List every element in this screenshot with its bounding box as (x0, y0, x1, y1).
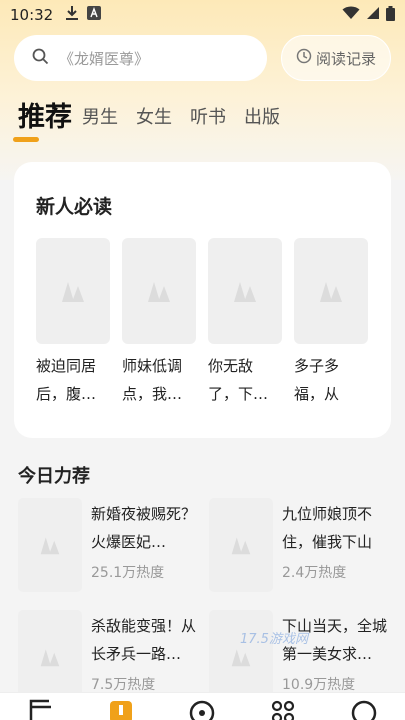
book-cover[interactable] (18, 610, 82, 704)
status-time: 10:32 (10, 6, 54, 24)
search-input[interactable]: 《龙婿医尊》 (14, 35, 267, 81)
bookstore-icon[interactable] (110, 697, 132, 720)
profile-icon[interactable] (350, 697, 378, 720)
book-cover[interactable] (208, 238, 282, 344)
book-cover[interactable] (209, 498, 273, 592)
heat-count: 10.9万热度 (282, 677, 356, 693)
book-title: 被迫同居后，腹… (36, 357, 97, 403)
tab-recommend[interactable]: 推荐 (18, 98, 72, 138)
battery-icon (386, 5, 395, 25)
book-cover[interactable] (18, 498, 82, 592)
category-icon[interactable] (270, 697, 296, 720)
tab-published[interactable]: 出版 (244, 98, 280, 138)
book-placeholder-icon (148, 282, 170, 302)
download-icon (65, 5, 79, 25)
active-tab-indicator (13, 137, 39, 142)
reading-history-button[interactable]: 阅读记录 (281, 35, 391, 81)
book-item[interactable]: 你无敌了，下… (208, 238, 282, 408)
book-cover[interactable] (209, 610, 273, 704)
discover-icon[interactable] (188, 697, 216, 720)
book-cover[interactable] (36, 238, 110, 344)
book-title: 多子多福，从娶… (294, 357, 340, 403)
tab-male[interactable]: 男生 (82, 98, 118, 138)
book-item[interactable]: 师妹低调点，我… (122, 238, 196, 408)
section-title-new-readers: 新人必读 (36, 196, 113, 218)
history-label: 阅读记录 (315, 49, 376, 68)
section-title-today: 今日力荐 (18, 466, 90, 487)
book-placeholder-icon (320, 282, 342, 302)
bookshelf-icon[interactable] (28, 697, 54, 720)
search-icon (32, 48, 49, 69)
heat-count: 2.4万热度 (282, 565, 347, 581)
book-placeholder-icon (62, 282, 84, 302)
clock-icon (296, 48, 312, 68)
wifi-icon (342, 6, 360, 24)
book-title: 新婚夜被赐死？火爆医妃… (91, 505, 197, 551)
book-placeholder-icon (234, 282, 256, 302)
heat-count: 25.1万热度 (91, 565, 165, 581)
recommend-item[interactable]: 九位师娘顶不住，催我下山 2.4万热度 (209, 498, 394, 594)
status-bar: 10:32 (0, 0, 405, 30)
book-title: 师妹低调点，我… (122, 357, 183, 403)
book-title: 杀敌能变强！从长矛兵一路… (91, 617, 197, 663)
bottom-nav (0, 692, 405, 720)
book-placeholder-icon (231, 649, 251, 667)
book-placeholder-icon (231, 537, 251, 555)
recommend-item[interactable]: 新婚夜被赐死？火爆医妃… 25.1万热度 (18, 498, 203, 594)
book-item[interactable]: 多子多福，从娶… (294, 238, 368, 408)
heat-count: 7.5万热度 (91, 677, 156, 693)
book-item[interactable]: 被迫同居后，腹… (36, 238, 110, 408)
new-readers-card: 新人必读 被迫同居后，腹… 师妹低调点，我… 你无敌了，下… 多子多福，从娶… (14, 162, 391, 438)
search-placeholder: 《龙婿医尊》 (59, 49, 150, 68)
tab-female[interactable]: 女生 (136, 98, 172, 138)
signal-icon (366, 6, 380, 24)
book-placeholder-icon (40, 649, 60, 667)
watermark: 17.5游戏网 (240, 632, 308, 647)
book-cover[interactable] (122, 238, 196, 344)
tab-audiobook[interactable]: 听书 (190, 98, 226, 138)
book-cover[interactable] (294, 238, 368, 344)
app-notification-icon (87, 6, 102, 24)
book-placeholder-icon (40, 537, 60, 555)
book-title: 你无敌了，下… (208, 357, 269, 403)
book-title: 九位师娘顶不住，催我下山 (282, 505, 373, 551)
category-tabs: 推荐 男生 女生 听书 出版 (18, 98, 298, 138)
